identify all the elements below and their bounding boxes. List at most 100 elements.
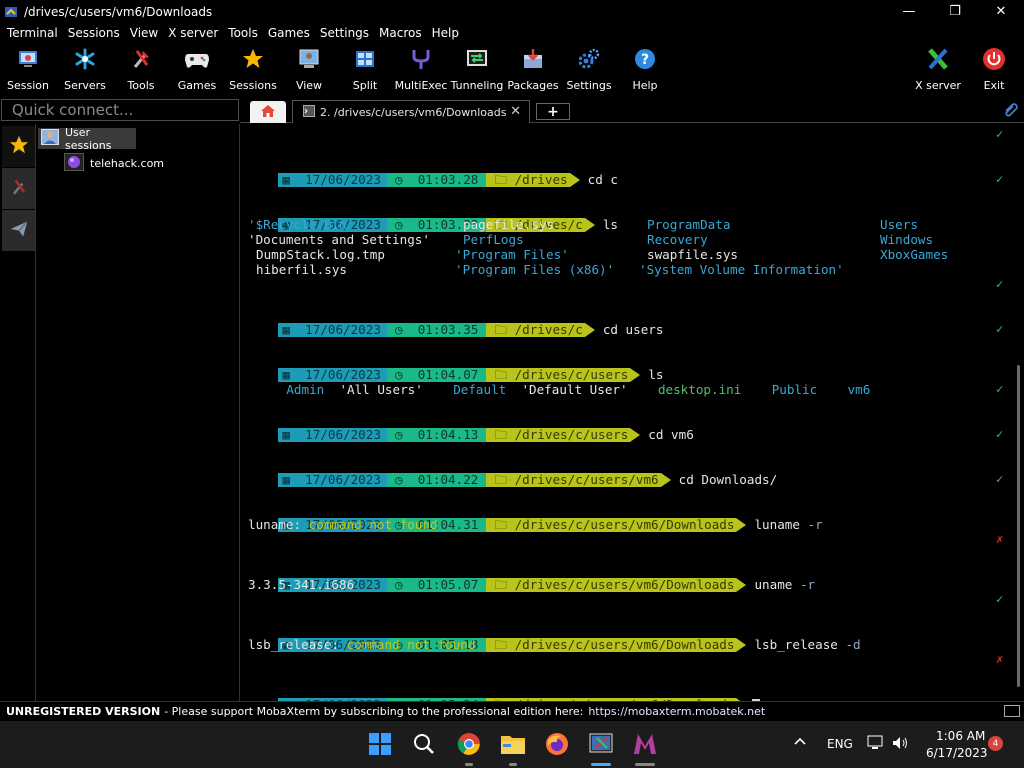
- error-output: luname: command not found: [248, 517, 438, 532]
- ls-output-row: Admin 'All Users' Default 'Default User'…: [286, 382, 871, 397]
- file-explorer-icon[interactable]: [500, 731, 526, 757]
- clock-icon: ◷: [394, 217, 403, 232]
- prompt-line: ▦ 17/06/2023 ◷ 01:05.07 🗀 /drives/c/users/…: [248, 562, 815, 592]
- prompt-line: ▦ 17/06/2023 ◷ 01:04.31 🗀 /drives/c/users/…: [248, 502, 823, 532]
- user-folder-icon: [41, 129, 59, 148]
- windows-start-icon[interactable]: [367, 731, 393, 757]
- menu-games[interactable]: Games: [263, 26, 315, 40]
- terminal-output[interactable]: ✓ ▦ 17/06/2023 ◷ 01:03.28 🗀 /drives cd c ✓ …: [241, 125, 1016, 712]
- sidebar-tab-tools[interactable]: [2, 168, 35, 209]
- menu-terminal[interactable]: Terminal: [2, 26, 63, 40]
- tree-item-telehack[interactable]: telehack.com: [64, 152, 164, 173]
- menu-view[interactable]: View: [125, 26, 163, 40]
- unregistered-label: UNREGISTERED VERSION: [6, 705, 161, 718]
- paperclip-icon[interactable]: [1002, 102, 1018, 121]
- scrollbar-thumb[interactable]: [1017, 365, 1020, 687]
- tools-icon: [128, 46, 154, 72]
- toolbar-multiexec-button[interactable]: MultiExec: [393, 43, 449, 95]
- sidebar-tab-sessions[interactable]: [2, 126, 35, 167]
- calendar-icon: ▦: [282, 472, 290, 487]
- toolbar-tools-button[interactable]: Tools: [113, 43, 169, 95]
- status-error-mark: ✗: [996, 532, 1004, 546]
- language-indicator[interactable]: ENG: [827, 737, 853, 751]
- session-icon: [15, 46, 41, 72]
- menu-bar: Terminal Sessions View X server Tools Ga…: [0, 23, 1024, 42]
- toolbar-packages-button[interactable]: Packages: [505, 43, 561, 95]
- mobaxterm-icon[interactable]: [632, 731, 658, 757]
- status-bar: UNREGISTERED VERSION - Please support Mo…: [0, 701, 1024, 721]
- toolbar-settings-button[interactable]: Settings: [561, 43, 617, 95]
- toolbar-tunneling-button[interactable]: Tunneling: [449, 43, 505, 95]
- prompt-line: ▦ 17/06/2023 ◷ 01:04.22 🗀 /drives/c/users/…: [248, 457, 777, 487]
- network-icon[interactable]: [867, 735, 885, 754]
- session-tree: User sessions telehack.com: [36, 124, 240, 701]
- menu-settings[interactable]: Settings: [315, 26, 374, 40]
- folder-icon: 🗀: [494, 427, 507, 442]
- menu-macros[interactable]: Macros: [374, 26, 427, 40]
- toolbar-sessions-button[interactable]: Sessions: [225, 43, 281, 95]
- toolbar-games-button[interactable]: Games: [169, 43, 225, 95]
- view-icon: [296, 46, 322, 72]
- notification-badge[interactable]: 4: [988, 736, 1003, 751]
- terminal-scrollbar[interactable]: [1016, 125, 1024, 701]
- status-ok-mark: ✓: [996, 127, 1004, 141]
- calendar-icon: ▦: [282, 427, 290, 442]
- toolbar-servers-button[interactable]: Servers: [57, 43, 113, 95]
- snipping-tool-icon[interactable]: [588, 731, 614, 757]
- clock-icon: ◷: [394, 322, 403, 337]
- multiexec-icon: [408, 46, 434, 72]
- toolbar-view-button[interactable]: View: [281, 43, 337, 95]
- keyboard-icon[interactable]: [1004, 705, 1020, 717]
- prompt-line: ▦ 17/06/2023 ◷ 01:03.35 🗀 /drives/c cd user…: [248, 307, 663, 337]
- volume-icon[interactable]: [891, 735, 909, 754]
- new-tab-button[interactable]: +: [536, 103, 570, 120]
- split-icon: [352, 46, 378, 72]
- tab-close-icon[interactable]: ✕: [510, 104, 521, 119]
- clock-date[interactable]: 6/17/2023: [926, 746, 988, 760]
- chevron-up-icon[interactable]: [793, 735, 807, 750]
- clock-time[interactable]: 1:06 AM: [936, 729, 985, 743]
- toolbar-session-button[interactable]: Session: [0, 43, 56, 95]
- support-message: - Please support MobaXterm by subscribin…: [164, 705, 584, 718]
- svg-text:?: ?: [641, 52, 649, 68]
- tree-item-user-sessions[interactable]: User sessions: [38, 126, 136, 152]
- toolbar-xserver-button[interactable]: X server: [910, 43, 966, 95]
- menu-help[interactable]: Help: [427, 26, 464, 40]
- calendar-icon: ▦: [282, 172, 290, 187]
- tools-icon: [9, 177, 29, 200]
- folder-icon: 🗀: [494, 472, 507, 487]
- ls-output-row: DumpStack.log.tmp: [256, 247, 385, 262]
- paper-plane-icon: [9, 219, 29, 242]
- firefox-icon[interactable]: [544, 731, 570, 757]
- search-icon[interactable]: [411, 731, 437, 757]
- toolbar-help-button[interactable]: ? Help: [617, 43, 673, 95]
- quick-connect-input[interactable]: Quick connect...: [1, 99, 239, 121]
- toolbar-exit-button[interactable]: Exit: [966, 43, 1022, 95]
- mobaxterm-link[interactable]: https://mobaxterm.mobatek.net: [588, 705, 765, 718]
- maximize-button[interactable]: ❐: [932, 0, 978, 23]
- calendar-icon: ▦: [282, 322, 290, 337]
- tab-session-2[interactable]: 2. /drives/c/users/vm6/Downloads ✕: [292, 100, 530, 123]
- chrome-icon[interactable]: [456, 731, 482, 757]
- gear-icon: [576, 46, 602, 72]
- sidebar-tabs: [0, 124, 36, 701]
- prompt-line: ▦ 17/06/2023 ◷ 01:03.28 🗀 /drives cd c: [248, 157, 618, 187]
- sidebar-tab-macros[interactable]: [2, 210, 35, 251]
- status-ok-mark: ✓: [996, 592, 1004, 606]
- home-tab[interactable]: [250, 101, 286, 123]
- toolbar-split-button[interactable]: Split: [337, 43, 393, 95]
- ls-output-row: 'Documents and Settings': [248, 232, 430, 247]
- menu-sessions[interactable]: Sessions: [63, 26, 125, 40]
- minimize-button[interactable]: —: [886, 0, 932, 23]
- toolbar: Session Servers Tools Games Sessions Vie…: [0, 43, 1024, 95]
- status-ok-mark: ✓: [996, 322, 1004, 336]
- menu-tools[interactable]: Tools: [223, 26, 263, 40]
- menu-xserver[interactable]: X server: [163, 26, 223, 40]
- home-icon: [260, 104, 276, 121]
- tunneling-icon: [464, 46, 490, 72]
- folder-icon: 🗀: [494, 577, 507, 592]
- status-ok-mark: ✓: [996, 472, 1004, 486]
- error-output: lsb_release: command not found: [248, 637, 476, 652]
- windows-taskbar: ENG 1:06 AM 6/17/2023: [0, 721, 1024, 768]
- close-button[interactable]: ✕: [978, 0, 1024, 23]
